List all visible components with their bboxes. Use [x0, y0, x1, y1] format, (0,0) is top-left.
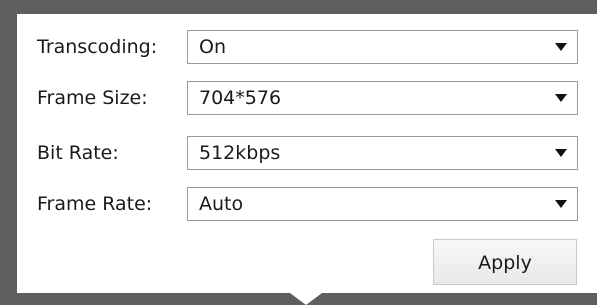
settings-panel: Transcoding: On Frame Size: 704*576 Bit … — [17, 14, 597, 293]
bit-rate-label: Bit Rate: — [37, 142, 119, 164]
frame-size-value: 704*576 — [199, 87, 282, 109]
caret-down-icon — [555, 200, 567, 208]
frame-size-row: Frame Size: 704*576 — [17, 81, 597, 115]
caret-down-icon — [555, 149, 567, 157]
frame-rate-label: Frame Rate: — [37, 193, 153, 215]
frame-rate-select[interactable]: Auto — [187, 187, 578, 221]
bit-rate-row: Bit Rate: 512kbps — [17, 136, 597, 170]
caret-down-icon — [555, 94, 567, 102]
frame-size-select[interactable]: 704*576 — [187, 81, 578, 115]
frame-rate-value: Auto — [199, 193, 244, 215]
frame-rate-row: Frame Rate: Auto — [17, 187, 597, 221]
apply-button[interactable]: Apply — [433, 239, 577, 285]
bit-rate-value: 512kbps — [199, 142, 281, 164]
transcoding-row: Transcoding: On — [17, 30, 597, 64]
transcoding-select[interactable]: On — [187, 30, 578, 64]
bit-rate-select[interactable]: 512kbps — [187, 136, 578, 170]
frame-size-label: Frame Size: — [37, 87, 148, 109]
caret-down-icon — [555, 43, 567, 51]
transcoding-value: On — [199, 36, 226, 58]
transcoding-label: Transcoding: — [37, 36, 158, 58]
popup-pointer — [290, 293, 322, 305]
